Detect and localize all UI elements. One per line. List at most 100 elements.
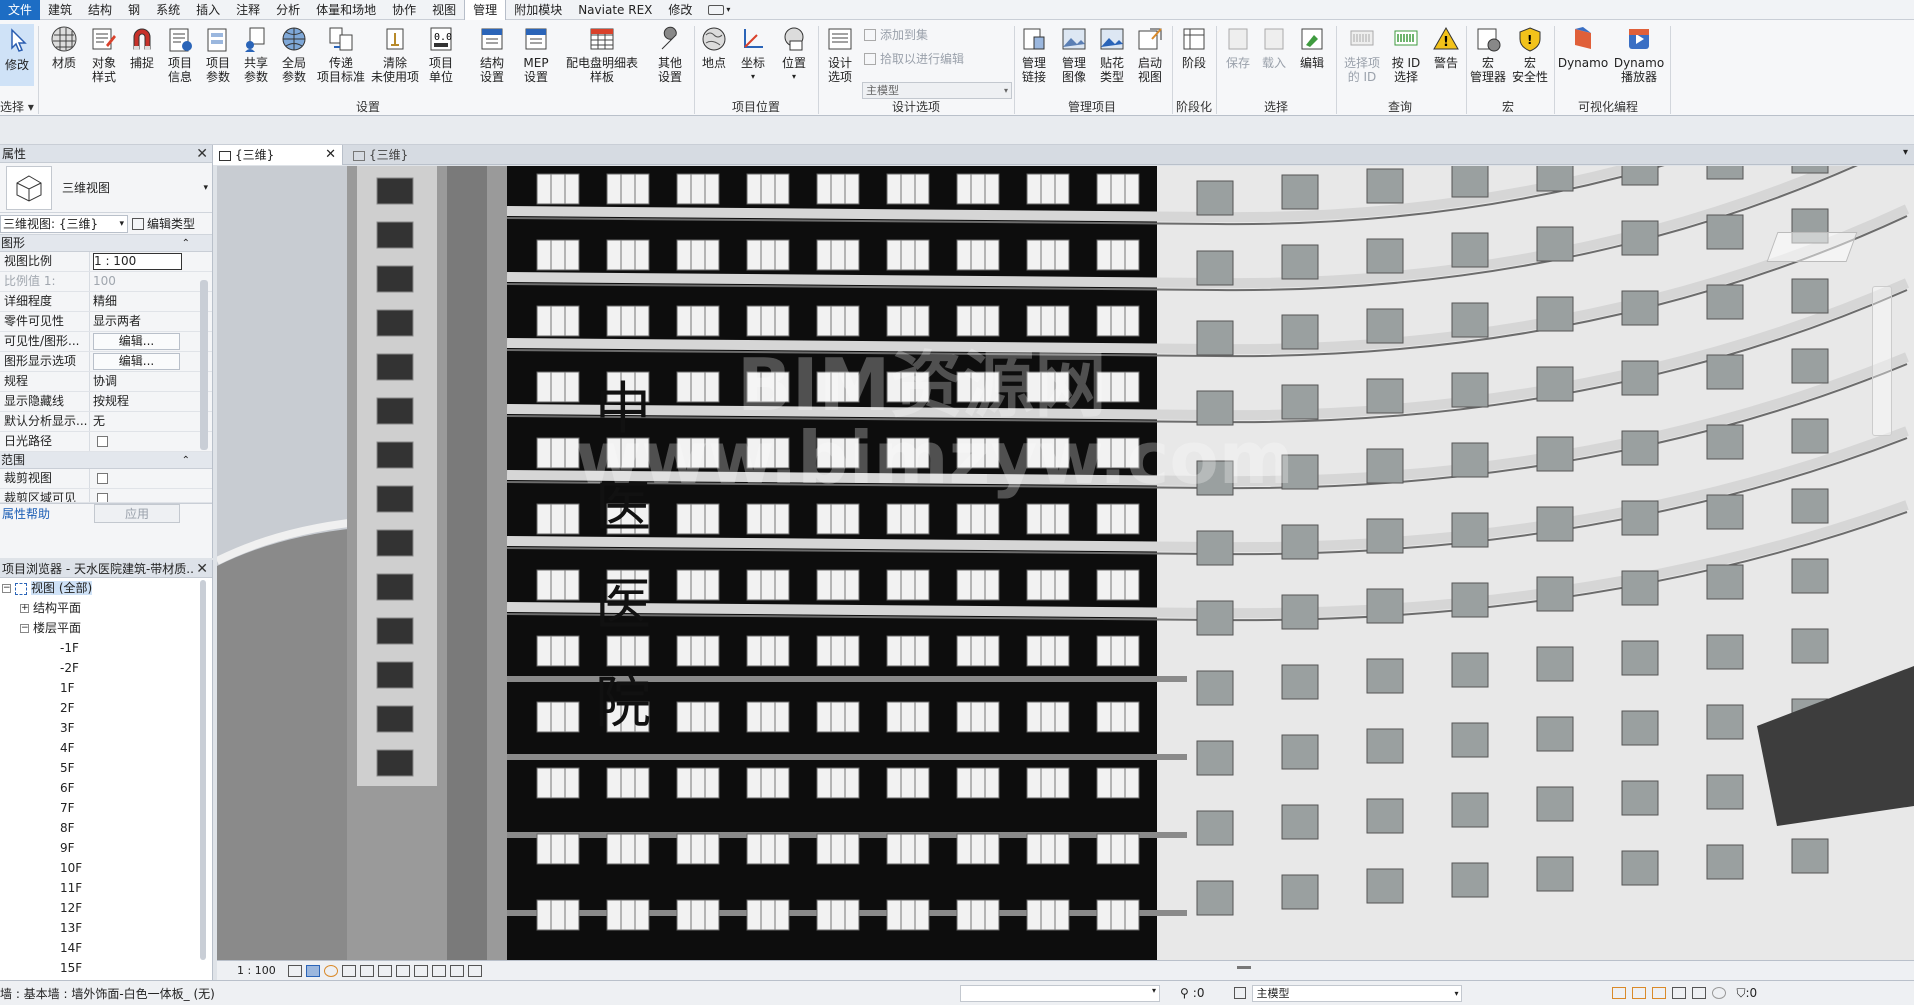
tree-node-level[interactable]: 10F <box>0 858 212 878</box>
shadows-icon[interactable] <box>341 964 356 977</box>
sun-path-icon[interactable] <box>323 964 338 977</box>
collapse-icon[interactable]: − <box>20 624 29 633</box>
tree-node-level[interactable]: 2F <box>0 698 212 718</box>
select-pinned-icon[interactable] <box>1652 987 1667 999</box>
prop-value[interactable]: 1 : 100 <box>90 252 182 271</box>
tab-systems[interactable]: 系统 <box>148 0 188 20</box>
warnings-button[interactable]: ! 警告 <box>1428 24 1464 94</box>
tree-node-level[interactable]: 7F <box>0 798 212 818</box>
tree-node-level[interactable]: 8F <box>0 818 212 838</box>
tree-node-level[interactable]: 14F <box>0 938 212 958</box>
collapse-icon[interactable]: − <box>2 584 11 593</box>
edit-type-button[interactable]: 编辑类型 <box>132 215 195 232</box>
prop-value[interactable]: 按规程 <box>90 392 182 411</box>
other-settings-button[interactable]: 其他 设置 <box>650 24 690 94</box>
tree-node-structural-plans[interactable]: + 结构平面 <box>0 598 212 618</box>
tab-collaborate[interactable]: 协作 <box>384 0 424 20</box>
manage-links-button[interactable]: 管理 链接 <box>1016 24 1052 94</box>
manage-images-button[interactable]: 管理 图像 <box>1056 24 1092 94</box>
add-to-set-button[interactable]: 添加到集 <box>864 26 928 43</box>
properties-scrollbar[interactable] <box>200 280 208 450</box>
panel-schedule-templates-button[interactable]: 配电盘明细表 样板 <box>560 24 644 94</box>
view-tab-3d-active[interactable]: {三维} ✕ <box>213 145 343 165</box>
apply-button[interactable]: 应用 <box>94 504 180 523</box>
materials-button[interactable]: 材质 <box>46 24 82 94</box>
select-by-id-button[interactable]: 按 ID 选择 <box>1386 24 1426 94</box>
close-icon[interactable]: ✕ <box>194 560 208 577</box>
drag-on-select-icon[interactable] <box>1692 987 1707 999</box>
properties-help-link[interactable]: 属性帮助 <box>2 505 50 522</box>
view-tab-3d[interactable]: {三维} <box>347 145 487 165</box>
tab-addins[interactable]: 附加模块 <box>506 0 570 20</box>
select-underlay-icon[interactable] <box>1632 987 1647 999</box>
pick-to-edit-button[interactable]: 拾取以进行编辑 <box>864 50 964 67</box>
workset-combo[interactable]: ▾ <box>960 984 1160 1002</box>
project-info-button[interactable]: 项目 信息 <box>164 24 196 94</box>
expand-icon[interactable]: + <box>20 604 29 613</box>
tree-node-level[interactable]: -2F <box>0 658 212 678</box>
tree-node-level[interactable]: 9F <box>0 838 212 858</box>
viewcube[interactable] <box>1766 232 1858 262</box>
shared-params-button[interactable]: 共享 参数 <box>240 24 272 94</box>
tab-annotate[interactable]: 注释 <box>228 0 268 20</box>
design-option-status-combo[interactable]: 主模型 ▾ <box>1252 984 1463 1002</box>
tree-node-level[interactable]: 13F <box>0 918 212 938</box>
visual-style-icon[interactable] <box>305 964 320 977</box>
modify-button[interactable]: 修改 <box>0 24 34 86</box>
tree-node-level[interactable]: 4F <box>0 738 212 758</box>
purge-unused-button[interactable]: 清除 未使用项 <box>370 24 420 94</box>
dynamo-player-button[interactable]: Dynamo 播放器 <box>1612 24 1666 94</box>
design-option-combo[interactable]: 主模型 ▾ <box>862 82 1012 99</box>
project-units-button[interactable]: 0.0 项目 单位 <box>424 24 458 94</box>
starting-view-button[interactable]: 启动 视图 <box>1132 24 1168 94</box>
navigation-bar[interactable] <box>1872 286 1892 436</box>
sun-path-checkbox[interactable] <box>97 436 108 447</box>
tab-file[interactable]: 文件 <box>0 0 41 20</box>
tree-node-level[interactable]: 6F <box>0 778 212 798</box>
prop-value[interactable]: 协调 <box>90 372 182 391</box>
drawing-canvas[interactable]: 中 医 医 院 BIM资源网 www.bimzyw.com <box>217 166 1914 960</box>
ids-of-selection-button[interactable]: 选择项 的 ID <box>1340 24 1384 94</box>
view-scale[interactable]: 1 : 100 <box>237 964 276 977</box>
tab-steel[interactable]: 钢 <box>120 0 148 20</box>
vg-edit-button[interactable]: 编辑... <box>93 333 180 350</box>
prop-value[interactable]: 无 <box>90 412 182 431</box>
tab-structure[interactable]: 结构 <box>80 0 120 20</box>
close-icon[interactable]: ✕ <box>196 145 208 163</box>
crop-view-checkbox[interactable] <box>97 473 108 484</box>
tab-naviate-rex[interactable]: Naviate REX <box>570 0 660 20</box>
position-button[interactable]: 位置 ▾ <box>776 24 812 94</box>
tree-node-level[interactable]: 5F <box>0 758 212 778</box>
temp-hide-icon[interactable] <box>431 964 446 977</box>
macro-security-button[interactable]: ! 宏 安全性 <box>1510 24 1550 94</box>
group-graphics[interactable]: 图形 ⌃ <box>0 235 212 252</box>
macro-manager-button[interactable]: 宏 管理器 <box>1468 24 1508 94</box>
show-crop-icon[interactable] <box>395 964 410 977</box>
tab-massing-site[interactable]: 体量和场地 <box>308 0 384 20</box>
structural-settings-button[interactable]: 结构 设置 <box>472 24 512 94</box>
instance-filter-dropdown[interactable]: 三维视图: {三维} ▾ <box>0 214 128 233</box>
tab-insert[interactable]: 插入 <box>188 0 228 20</box>
type-selector[interactable]: 三维视图 ▾ <box>0 163 212 213</box>
transfer-standards-button[interactable]: 传递 项目标准 <box>316 24 366 94</box>
object-styles-button[interactable]: 对象 样式 <box>88 24 120 94</box>
decal-types-button[interactable]: 贴花 类型 <box>1094 24 1130 94</box>
tree-node-floor-plans[interactable]: − 楼层平面 <box>0 618 212 638</box>
reveal-hidden-icon[interactable] <box>449 964 464 977</box>
panel-toggle-button[interactable]: ▾ <box>700 0 738 20</box>
tab-view[interactable]: 视图 <box>424 0 464 20</box>
browser-scrollbar[interactable] <box>200 580 206 960</box>
tab-modify[interactable]: 修改 <box>660 0 700 20</box>
design-options-button[interactable]: 设计 选项 <box>822 24 858 94</box>
analysis-icon[interactable] <box>467 964 482 977</box>
save-selection-button[interactable]: 保存 <box>1222 24 1254 94</box>
graphic-display-edit-button[interactable]: 编辑... <box>93 353 180 370</box>
view-scale-input[interactable]: 1 : 100 <box>93 253 182 270</box>
phases-button[interactable]: 阶段 <box>1176 24 1212 94</box>
hscroll-thumb[interactable] <box>1237 966 1251 969</box>
tree-node-level[interactable]: 15F <box>0 958 212 978</box>
prop-value[interactable]: 精细 <box>90 292 182 311</box>
close-icon[interactable]: ✕ <box>325 145 336 165</box>
global-params-button[interactable]: 全局 参数 <box>278 24 310 94</box>
render-icon[interactable] <box>359 964 374 977</box>
